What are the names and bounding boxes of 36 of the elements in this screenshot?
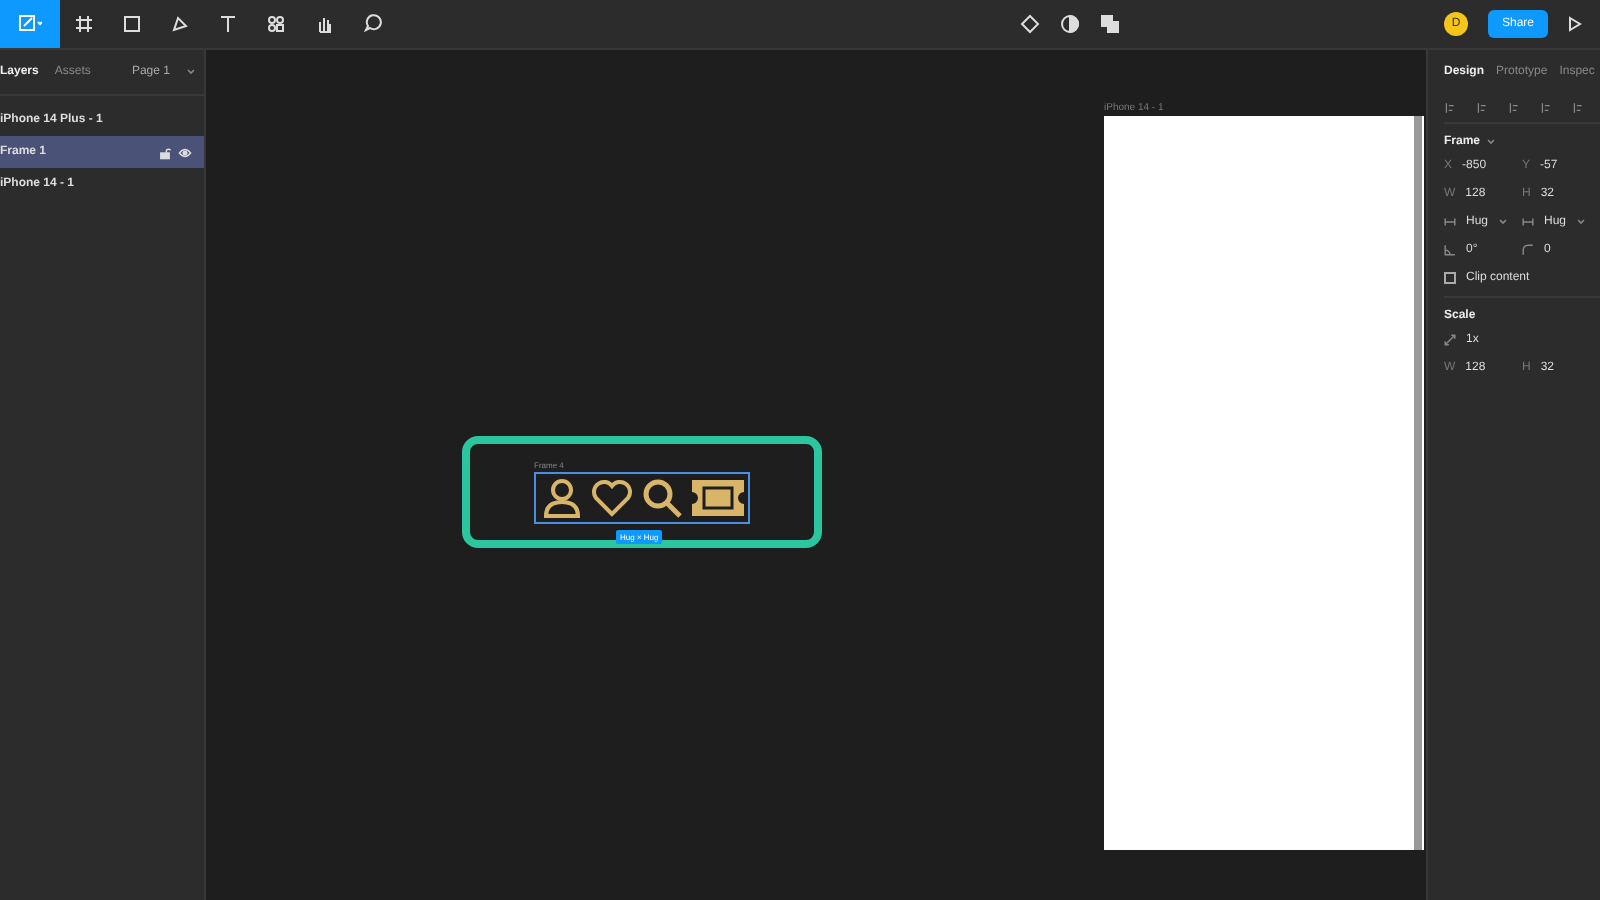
selected-frame[interactable]: [534, 472, 750, 524]
contrast-icon[interactable]: [1059, 14, 1080, 34]
chevron-icon: [186, 68, 196, 76]
resize-icon: [1444, 216, 1456, 228]
eye-icon[interactable]: [178, 145, 192, 159]
pen-icon[interactable]: [170, 14, 190, 34]
scale-icon: [1444, 334, 1456, 346]
chevron-icon: [1486, 138, 1497, 146]
phone-frame[interactable]: [1104, 116, 1424, 850]
align-icon[interactable]: [1540, 102, 1552, 114]
align-icon[interactable]: [1444, 102, 1456, 114]
comment-icon[interactable]: [362, 14, 382, 34]
rectangle-icon[interactable]: [122, 14, 142, 34]
chevron-icon: [1498, 218, 1509, 226]
corner-radius-icon: [1522, 244, 1534, 256]
chevron-icon: [1576, 218, 1587, 226]
heart-icon: [589, 476, 633, 520]
align-icon[interactable]: [1572, 102, 1584, 114]
components-icon[interactable]: [266, 14, 286, 34]
frame-icon[interactable]: [74, 14, 94, 34]
move-tool-button[interactable]: [0, 0, 60, 48]
ticket-icon: [689, 478, 745, 518]
align-icon[interactable]: [1476, 102, 1488, 114]
user-icon: [539, 476, 583, 520]
boolean-icon[interactable]: [1099, 14, 1120, 34]
angle-icon: [1444, 244, 1456, 256]
lock-icon[interactable]: [158, 145, 172, 159]
search-icon: [639, 476, 683, 520]
align-icon[interactable]: [1508, 102, 1520, 114]
cursor-icon: [18, 14, 42, 34]
scrollbar[interactable]: [1414, 116, 1422, 850]
text-icon[interactable]: [218, 14, 238, 34]
diamond-icon[interactable]: [1019, 14, 1040, 34]
checkbox[interactable]: [1444, 272, 1456, 284]
play-icon[interactable]: [1564, 14, 1584, 34]
resize-icon: [1522, 216, 1534, 228]
